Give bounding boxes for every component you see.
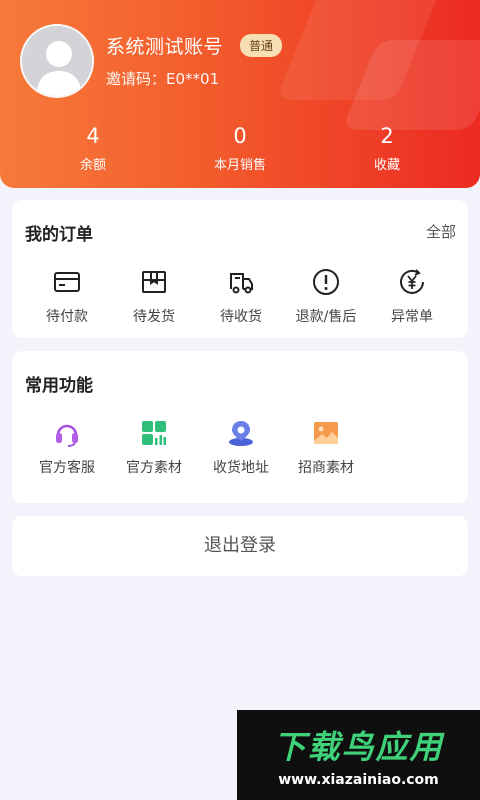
order-item-label: 异常单 (391, 309, 433, 325)
function-official-materials[interactable]: 官方素材 (113, 419, 195, 477)
all-orders-link[interactable]: 全部 (426, 221, 456, 242)
functions-card: 常用功能 官方客服 官方素材 收货地址 招商素材 (12, 351, 468, 503)
order-item-label: 退款/售后 (295, 309, 357, 325)
location-pin-icon (227, 419, 255, 447)
stat-label: 本月销售 (213, 158, 266, 173)
stat-favorites[interactable]: 2 收藏 (327, 124, 447, 173)
orders-card: 我的订单 全部 待付款 待发货 待收货 退款/售后 异常单 (12, 200, 468, 338)
function-shipping-address[interactable]: 收货地址 (200, 419, 282, 477)
order-refund-aftersale[interactable]: 退款/售后 (285, 268, 367, 326)
invite-code[interactable]: 邀请码：E0**01 (106, 68, 219, 89)
stat-label: 余额 (79, 158, 106, 173)
order-pending-shipment[interactable]: 待发货 (113, 268, 195, 326)
watermark-url: www.xiazainiao.com (278, 772, 439, 788)
stat-label: 收藏 (373, 158, 400, 173)
order-item-label: 待收货 (220, 309, 262, 325)
truck-icon (227, 268, 255, 296)
order-pending-receipt[interactable]: 待收货 (200, 268, 282, 326)
stat-balance[interactable]: 4 余额 (33, 124, 153, 173)
image-icon (312, 419, 340, 447)
orders-title: 我的订单 (25, 225, 93, 245)
function-label: 收货地址 (213, 460, 269, 476)
function-customer-service[interactable]: 官方客服 (26, 419, 108, 477)
order-item-label: 待发货 (133, 309, 175, 325)
profile-header: 系统测试账号 普通 邀请码：E0**01 4 余额 0 本月销售 2 收藏 (0, 0, 480, 188)
headset-icon (53, 419, 81, 447)
function-label: 官方客服 (39, 460, 95, 476)
stat-value: 4 (86, 124, 100, 148)
card-icon (53, 268, 81, 296)
watermark-title: 下载鸟应用 (273, 728, 444, 766)
function-merchant-materials[interactable]: 招商素材 (285, 419, 367, 477)
logout-button[interactable]: 退出登录 (12, 516, 468, 576)
function-label: 招商素材 (298, 460, 354, 476)
alert-circle-icon (312, 268, 340, 296)
user-silhouette-icon (22, 26, 92, 96)
functions-title: 常用功能 (25, 376, 93, 396)
order-pending-payment[interactable]: 待付款 (26, 268, 108, 326)
yen-refresh-icon (398, 268, 426, 296)
stat-value: 0 (233, 124, 247, 148)
watermark-logo: 下载鸟应用 www.xiazainiao.com (237, 710, 480, 800)
stat-monthly-sales[interactable]: 0 本月销售 (180, 124, 300, 173)
stat-value: 2 (380, 124, 394, 148)
grid-chart-icon (140, 419, 168, 447)
avatar[interactable] (20, 24, 94, 98)
box-icon (140, 268, 168, 296)
order-abnormal[interactable]: 异常单 (371, 268, 453, 326)
function-label: 官方素材 (126, 460, 182, 476)
member-level-badge: 普通 (240, 34, 283, 57)
order-item-label: 待付款 (46, 309, 88, 325)
user-name: 系统测试账号 (106, 36, 224, 58)
